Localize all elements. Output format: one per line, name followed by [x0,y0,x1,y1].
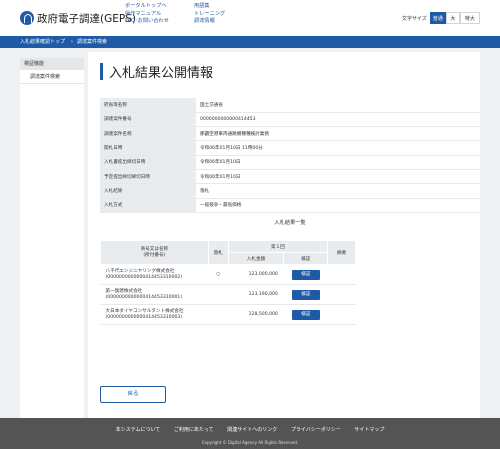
bid-info-table: 府省等名称 国土交通省 調達案件番号 0000000000000414453 調達案… [100,98,480,213]
geps-logo-icon [20,11,34,25]
sidebar-item-procurement-search[interactable]: 調達案件検索 [20,70,84,84]
remarks-cell [327,264,356,285]
info-row: 調達案件番号 0000000000000414453 [100,112,480,128]
info-label: 開札日時 [100,140,196,156]
bidder-id: (0000000000000414453310002) [105,274,183,280]
table-row: 八千代エンジニヤリング株式会社 (000000000000041445331000… [100,264,356,285]
footer-link-privacy[interactable]: プライバシーポリシー [291,427,341,433]
info-value: 那覇空港車両通路機種種検討業務 [196,126,480,142]
info-label: 入札書提出締切日時 [100,155,196,170]
font-size-xlarge-button[interactable]: 特大 [459,12,480,24]
breadcrumb-item-top[interactable]: 入札結果確認トップ [20,36,65,48]
info-row: 開札日時 令和06年01月10日 11時00分 [100,140,480,156]
verify-button[interactable]: 検証 [291,309,320,320]
back-button[interactable]: 戻る [100,386,166,403]
footer-link-related-sites[interactable]: 関連サイトへのリンク [227,427,277,433]
bidder-cell: 第一復建株式会社 (0000000000000414453310001) [100,284,209,305]
amount-column-header: 入札金額 [227,252,285,265]
results-header-row: 商号又は名称 (所付番号) 落札 第１回 摘要 [100,240,356,265]
logo-text: 政府電子調達(GEPS) [37,12,136,25]
info-value: 国土交通省 [196,98,480,113]
font-size-label: 文字サイズ [402,15,427,22]
footer-links: 本システムについて ご利用にあたって 関連サイトへのリンク プライバシーポリシー… [0,426,500,433]
bidder-id: (0000000000000414453310001) [105,294,183,300]
amount-cell: 123,000,000 [228,264,284,285]
verify-cell: 検証 [283,304,328,325]
header-links-primary: ポータルトップへ 操作マニュアル FAQ･お問い合わせ [125,3,169,26]
header-links-secondary: 用語集 トレーニング 調達情報 [194,3,225,26]
faq-link[interactable]: FAQ･お問い合わせ [125,18,169,26]
verify-column-header: 検証 [283,252,329,265]
table-row: 第一復建株式会社 (0000000000000414453310001) 123,… [100,284,356,305]
copyright: Copyright © Digital Agency All Rights Re… [201,440,299,445]
footer-link-about[interactable]: 本システムについて [116,427,161,433]
font-size-large-button[interactable]: 大 [445,12,460,24]
verify-button[interactable]: 検証 [291,269,320,280]
round-column-header: 第１回 [227,240,329,253]
site-header: 政府電子調達(GEPS) ポータルトップへ 操作マニュアル FAQ･お問い合わせ… [0,0,500,36]
info-label: 府省等名称 [100,98,196,113]
page-title-block: 入札結果公開情報 [100,62,214,81]
info-label: 入札方式 [100,198,196,213]
bidder-id: (0000000000000414453310003) [105,314,183,320]
breadcrumb: 入札結果確認トップ › 調達案件検索 [0,36,500,48]
info-label: 予定提出締切締切日時 [100,169,196,185]
sidebar-heading: 検証機能 [20,58,84,70]
info-label: 調達案件名称 [100,126,196,142]
sidebar: 検証機能 調達案件検索 [20,58,84,418]
info-value: 落札 [196,183,480,199]
results-title: 入札結果一覧 [274,220,306,226]
breadcrumb-item-search[interactable]: 調達案件検索 [77,36,107,48]
footer-link-usage[interactable]: ご利用にあたって [174,427,214,433]
bidder-column-header: 商号又は名称 (所付番号) [100,240,209,265]
site-footer: 本システムについて ご利用にあたって 関連サイトへのリンク プライバシーポリシー… [0,418,500,449]
remarks-column-header: 摘要 [327,240,356,265]
font-size-normal-button[interactable]: 普通 [429,12,446,24]
info-row: 予定提出締切締切日時 令和06年01月10日 [100,169,480,185]
portal-top-link[interactable]: ポータルトップへ [125,3,169,11]
info-value: 0000000000000414453 [196,112,480,128]
info-row: 府省等名称 国土交通省 [100,98,480,113]
info-row: 調達案件名称 那覇空港車両通路機種種検討業務 [100,126,480,142]
table-row: 大日本ダイヤコンサルタント株式会社 (0000000000000414453310… [100,304,356,325]
info-row: 入札書提出締切日時 令和06年01月10日 [100,155,480,170]
info-row: 入札方式 一般競争・最低価格 [100,198,480,213]
awarded-cell: ○ [208,264,229,285]
info-label: 調達案件番号 [100,112,196,128]
verify-cell: 検証 [283,264,328,285]
remarks-cell [327,304,356,325]
info-label: 入札結果 [100,183,196,199]
awarded-cell [208,304,229,325]
bid-results-table: 商号又は名称 (所付番号) 落札 第１回 摘要 入札金額 検証 八千代エンジニヤ… [100,240,356,325]
verify-cell: 検証 [283,284,328,305]
procurement-info-link[interactable]: 調達情報 [194,18,225,26]
breadcrumb-separator: › [71,39,73,45]
glossary-link[interactable]: 用語集 [194,3,225,11]
info-value: 令和06年01月10日 [196,155,480,170]
info-value: 一般競争・最低価格 [196,198,480,213]
info-row: 入札結果 落札 [100,183,480,199]
awarded-column-header: 落札 [207,240,229,265]
amount-cell: 128,500,000 [228,304,284,325]
remarks-cell [327,284,356,305]
title-accent-bar [100,62,103,80]
info-value: 令和06年01月10日 11時00分 [196,140,480,156]
site-logo[interactable]: 政府電子調達(GEPS) [20,10,136,26]
bidder-cell: 八千代エンジニヤリング株式会社 (000000000000041445331000… [100,264,209,285]
info-value: 令和06年01月10日 [196,169,480,185]
footer-link-sitemap[interactable]: サイトマップ [354,427,384,433]
font-size-switcher: 文字サイズ 普通 大 特大 [402,12,480,24]
awarded-cell [208,284,229,305]
verify-button[interactable]: 検証 [291,289,320,300]
page-title: 入札結果公開情報 [109,65,214,81]
amount-cell: 123,190,000 [228,284,284,305]
bidder-cell: 大日本ダイヤコンサルタント株式会社 (0000000000000414453310… [100,304,209,325]
